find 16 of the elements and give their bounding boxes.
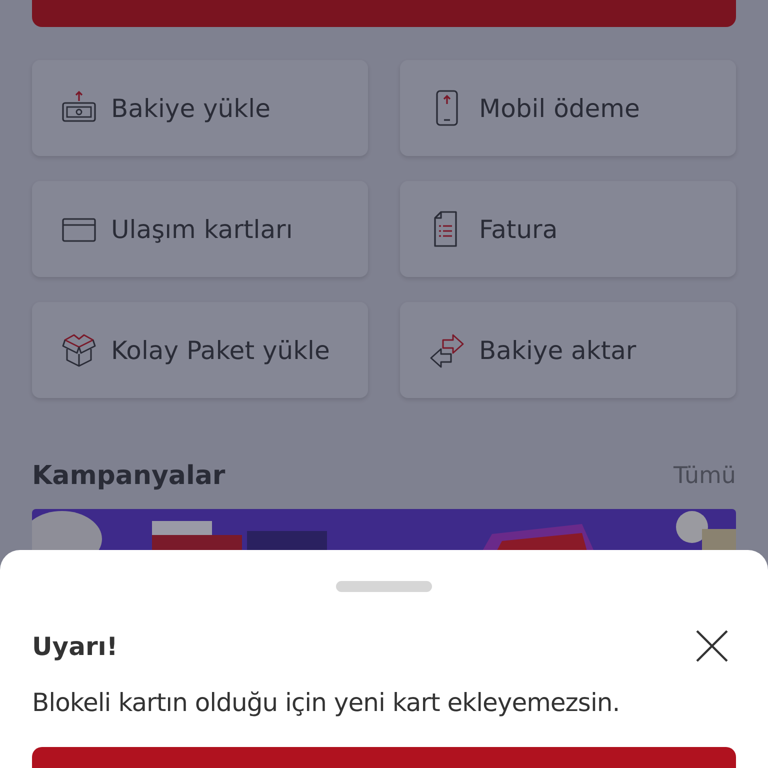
box-icon <box>61 332 97 368</box>
close-icon <box>696 630 728 662</box>
see-all-link[interactable]: Tümü <box>674 463 736 489</box>
close-button[interactable] <box>696 630 728 662</box>
section-title: Kampanyalar <box>32 461 226 491</box>
shortcut-tile[interactable]: Kolay Paket yükle <box>32 302 368 398</box>
shortcut-tile[interactable]: Fatura <box>400 181 736 277</box>
shortcut-tile[interactable]: Ulaşım kartları <box>32 181 368 277</box>
warning-message: Blokeli kartın olduğu için yeni kart ekleyemezsin. <box>32 688 621 717</box>
sheet-title: Uyarı! <box>32 632 118 660</box>
primary-button[interactable] <box>32 0 736 27</box>
transfer-arrows-icon <box>429 332 465 368</box>
drag-handle[interactable] <box>336 581 432 592</box>
shortcut-tile[interactable]: Bakiye aktar <box>400 302 736 398</box>
shortcut-tile[interactable]: Bakiye yükle <box>32 60 368 156</box>
shortcut-tile[interactable]: Mobil ödeme <box>400 60 736 156</box>
